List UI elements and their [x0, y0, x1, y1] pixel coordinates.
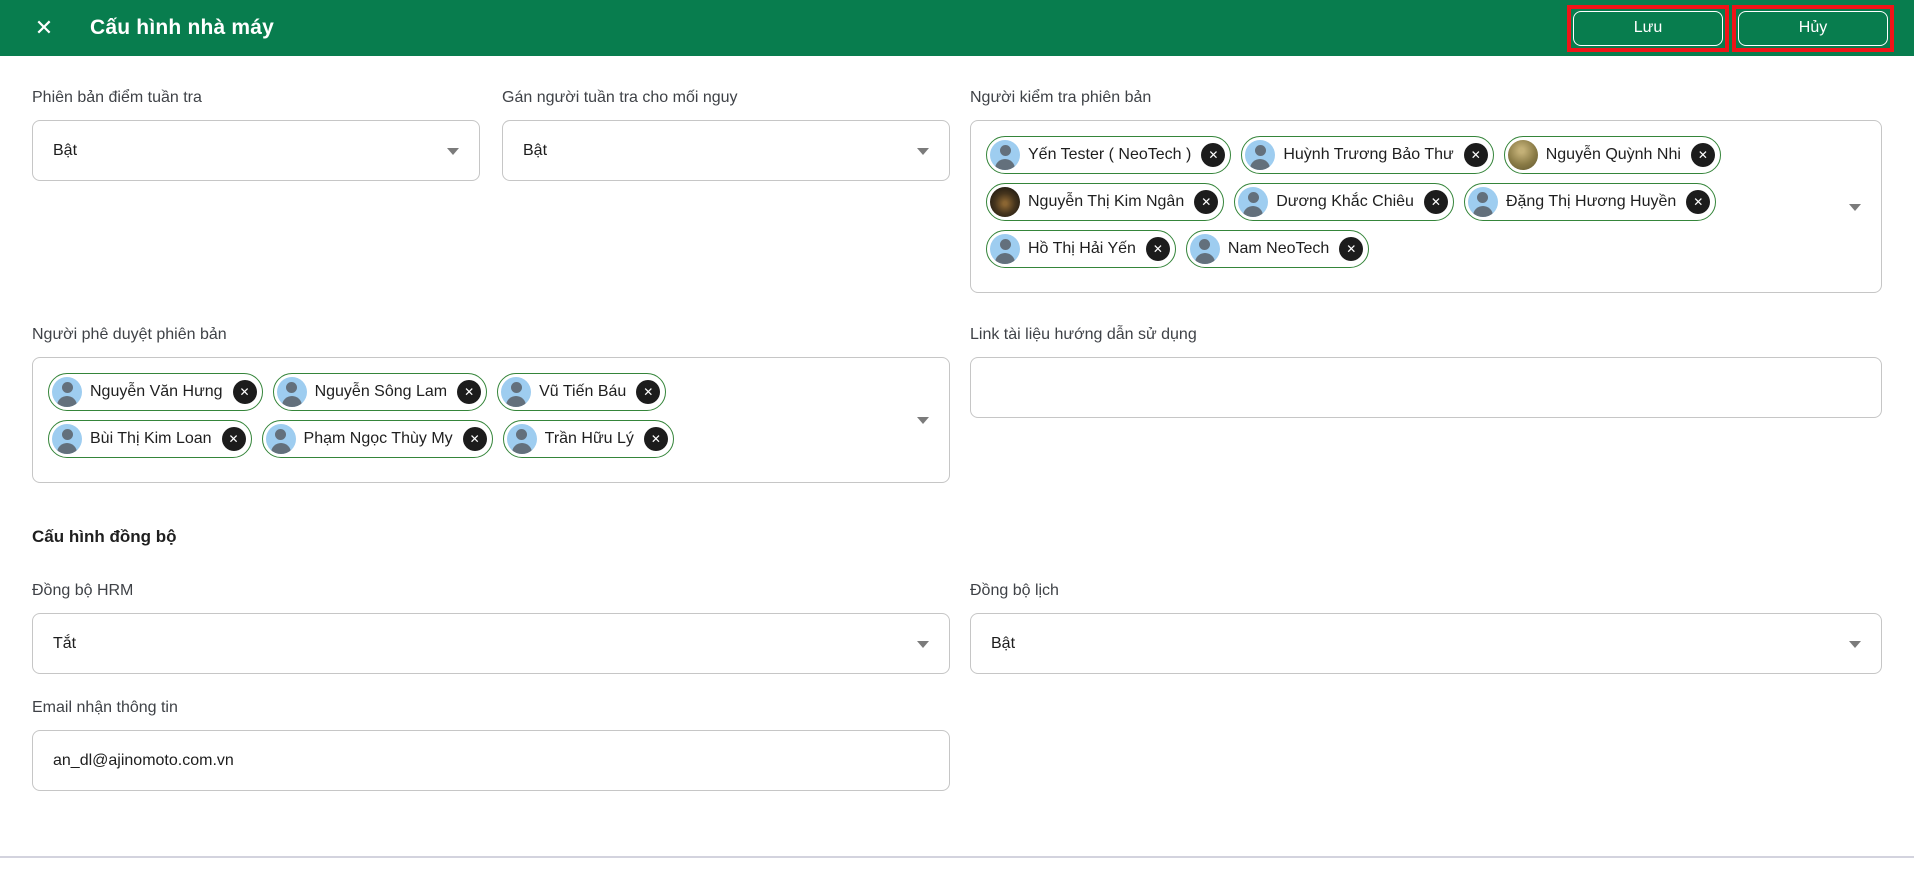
person-chip: Phạm Ngọc Thùy My ✕ [262, 420, 493, 458]
person-chip: Nguyễn Sông Lam ✕ [273, 373, 488, 411]
chip-name: Nguyễn Văn Hưng [90, 383, 225, 401]
version-checkers-label: Người kiểm tra phiên bản [970, 88, 1882, 108]
hrm-sync-select[interactable]: Tắt [32, 613, 950, 674]
close-icon[interactable]: ✕ [30, 14, 58, 42]
chip-row: Nguyễn Văn Hưng✕Nguyễn Sông Lam✕Vũ Tiến … [48, 373, 889, 411]
save-button[interactable]: Lưu [1573, 11, 1723, 46]
remove-chip-icon[interactable]: ✕ [222, 427, 246, 451]
chip-row: Bùi Thị Kim Loan✕Phạm Ngọc Thùy My✕Trần … [48, 420, 889, 458]
photo-avatar [990, 187, 1020, 217]
remove-chip-icon[interactable]: ✕ [644, 427, 668, 451]
assign-patrol-label: Gán người tuần tra cho mối nguy [502, 88, 950, 108]
remove-chip-icon[interactable]: ✕ [463, 427, 487, 451]
person-avatar-icon [1190, 234, 1220, 264]
person-avatar-icon [1238, 187, 1268, 217]
page-title: Cấu hình nhà máy [90, 16, 274, 40]
version-checkers-multiselect[interactable]: Yến Tester ( NeoTech )✕Huỳnh Trương Bảo … [970, 120, 1882, 293]
sync-section-title: Cấu hình đồng bộ [32, 527, 1882, 547]
person-chip: Bùi Thị Kim Loan ✕ [48, 420, 252, 458]
remove-chip-icon[interactable]: ✕ [1201, 143, 1225, 167]
remove-chip-icon[interactable]: ✕ [1146, 237, 1170, 261]
chip-name: Trần Hữu Lý [545, 430, 636, 448]
person-avatar-icon [990, 234, 1020, 264]
hrm-sync-label: Đồng bộ HRM [32, 581, 950, 601]
patrol-version-label: Phiên bản điểm tuần tra [32, 88, 480, 108]
assign-patrol-select[interactable]: Bật [502, 120, 950, 181]
chip-name: Nguyễn Sông Lam [315, 383, 450, 401]
email-input[interactable] [32, 730, 950, 791]
chevron-down-icon [1849, 641, 1861, 648]
annotation-box-save: Lưu [1567, 5, 1729, 52]
remove-chip-icon[interactable]: ✕ [1691, 143, 1715, 167]
chip-name: Huỳnh Trương Bảo Thư [1283, 146, 1455, 164]
remove-chip-icon[interactable]: ✕ [1686, 190, 1710, 214]
remove-chip-icon[interactable]: ✕ [233, 380, 257, 404]
doc-link-input[interactable] [970, 357, 1882, 418]
annotation-box-cancel: Hủy [1732, 5, 1894, 52]
chip-name: Nguyễn Quỳnh Nhi [1546, 146, 1683, 164]
person-chip: Nam NeoTech ✕ [1186, 230, 1369, 268]
chevron-down-icon [1849, 204, 1861, 211]
person-avatar-icon [507, 424, 537, 454]
person-chip: Yến Tester ( NeoTech ) ✕ [986, 136, 1231, 174]
person-avatar-icon [990, 140, 1020, 170]
person-chip: Vũ Tiến Báu ✕ [497, 373, 666, 411]
bottom-divider [0, 856, 1914, 858]
chevron-down-icon [917, 417, 929, 424]
calendar-sync-value: Bật [991, 635, 1015, 653]
chip-name: Đặng Thị Hương Huyền [1506, 193, 1678, 211]
chevron-down-icon [447, 148, 459, 155]
assign-patrol-value: Bật [523, 142, 547, 160]
chip-name: Bùi Thị Kim Loan [90, 430, 214, 448]
person-avatar-icon [501, 377, 531, 407]
person-avatar-icon [52, 377, 82, 407]
email-label: Email nhận thông tin [32, 698, 950, 718]
remove-chip-icon[interactable]: ✕ [1464, 143, 1488, 167]
chip-name: Dương Khắc Chiêu [1276, 193, 1416, 211]
doc-link-label: Link tài liệu hướng dẫn sử dụng [970, 325, 1882, 345]
person-chip: Nguyễn Văn Hưng ✕ [48, 373, 263, 411]
form-body: Phiên bản điểm tuần tra Bật Gán người tu… [0, 56, 1914, 791]
chip-row: Hồ Thị Hải Yến ✕ Nam NeoTech ✕ [986, 230, 1821, 268]
chip-row: Yến Tester ( NeoTech )✕Huỳnh Trương Bảo … [986, 136, 1821, 174]
person-chip: Nguyễn Thị Kim Ngân ✕ [986, 183, 1224, 221]
person-chip: Dương Khắc Chiêu ✕ [1234, 183, 1454, 221]
person-chip: Nguyễn Quỳnh Nhi ✕ [1504, 136, 1721, 174]
person-avatar-icon [1468, 187, 1498, 217]
photo-avatar [1508, 140, 1538, 170]
remove-chip-icon[interactable]: ✕ [457, 380, 481, 404]
chip-name: Nguyễn Thị Kim Ngân [1028, 193, 1186, 211]
chip-name: Nam NeoTech [1228, 240, 1331, 258]
remove-chip-icon[interactable]: ✕ [1194, 190, 1218, 214]
person-chip: Huỳnh Trương Bảo Thư ✕ [1241, 136, 1493, 174]
patrol-version-select[interactable]: Bật [32, 120, 480, 181]
chip-name: Yến Tester ( NeoTech ) [1028, 146, 1193, 164]
remove-chip-icon[interactable]: ✕ [1339, 237, 1363, 261]
person-avatar-icon [1245, 140, 1275, 170]
person-avatar-icon [266, 424, 296, 454]
person-avatar-icon [52, 424, 82, 454]
version-approvers-label: Người phê duyệt phiên bản [32, 325, 950, 345]
chevron-down-icon [917, 148, 929, 155]
person-chip: Trần Hữu Lý ✕ [503, 420, 674, 458]
remove-chip-icon[interactable]: ✕ [636, 380, 660, 404]
calendar-sync-select[interactable]: Bật [970, 613, 1882, 674]
chip-name: Hồ Thị Hải Yến [1028, 240, 1138, 258]
modal-header: ✕ Cấu hình nhà máy Lưu Hủy [0, 0, 1914, 56]
cancel-button[interactable]: Hủy [1738, 11, 1888, 46]
remove-chip-icon[interactable]: ✕ [1424, 190, 1448, 214]
calendar-sync-label: Đồng bộ lịch [970, 581, 1882, 601]
version-approvers-multiselect[interactable]: Nguyễn Văn Hưng✕Nguyễn Sông Lam✕Vũ Tiến … [32, 357, 950, 483]
patrol-version-value: Bật [53, 142, 77, 160]
chip-row: Nguyễn Thị Kim Ngân✕Dương Khắc Chiêu✕Đặn… [986, 183, 1821, 221]
person-avatar-icon [277, 377, 307, 407]
chip-name: Phạm Ngọc Thùy My [304, 430, 455, 448]
chevron-down-icon [917, 641, 929, 648]
hrm-sync-value: Tắt [53, 635, 76, 653]
person-chip: Hồ Thị Hải Yến ✕ [986, 230, 1176, 268]
chip-name: Vũ Tiến Báu [539, 383, 628, 401]
person-chip: Đặng Thị Hương Huyền ✕ [1464, 183, 1716, 221]
